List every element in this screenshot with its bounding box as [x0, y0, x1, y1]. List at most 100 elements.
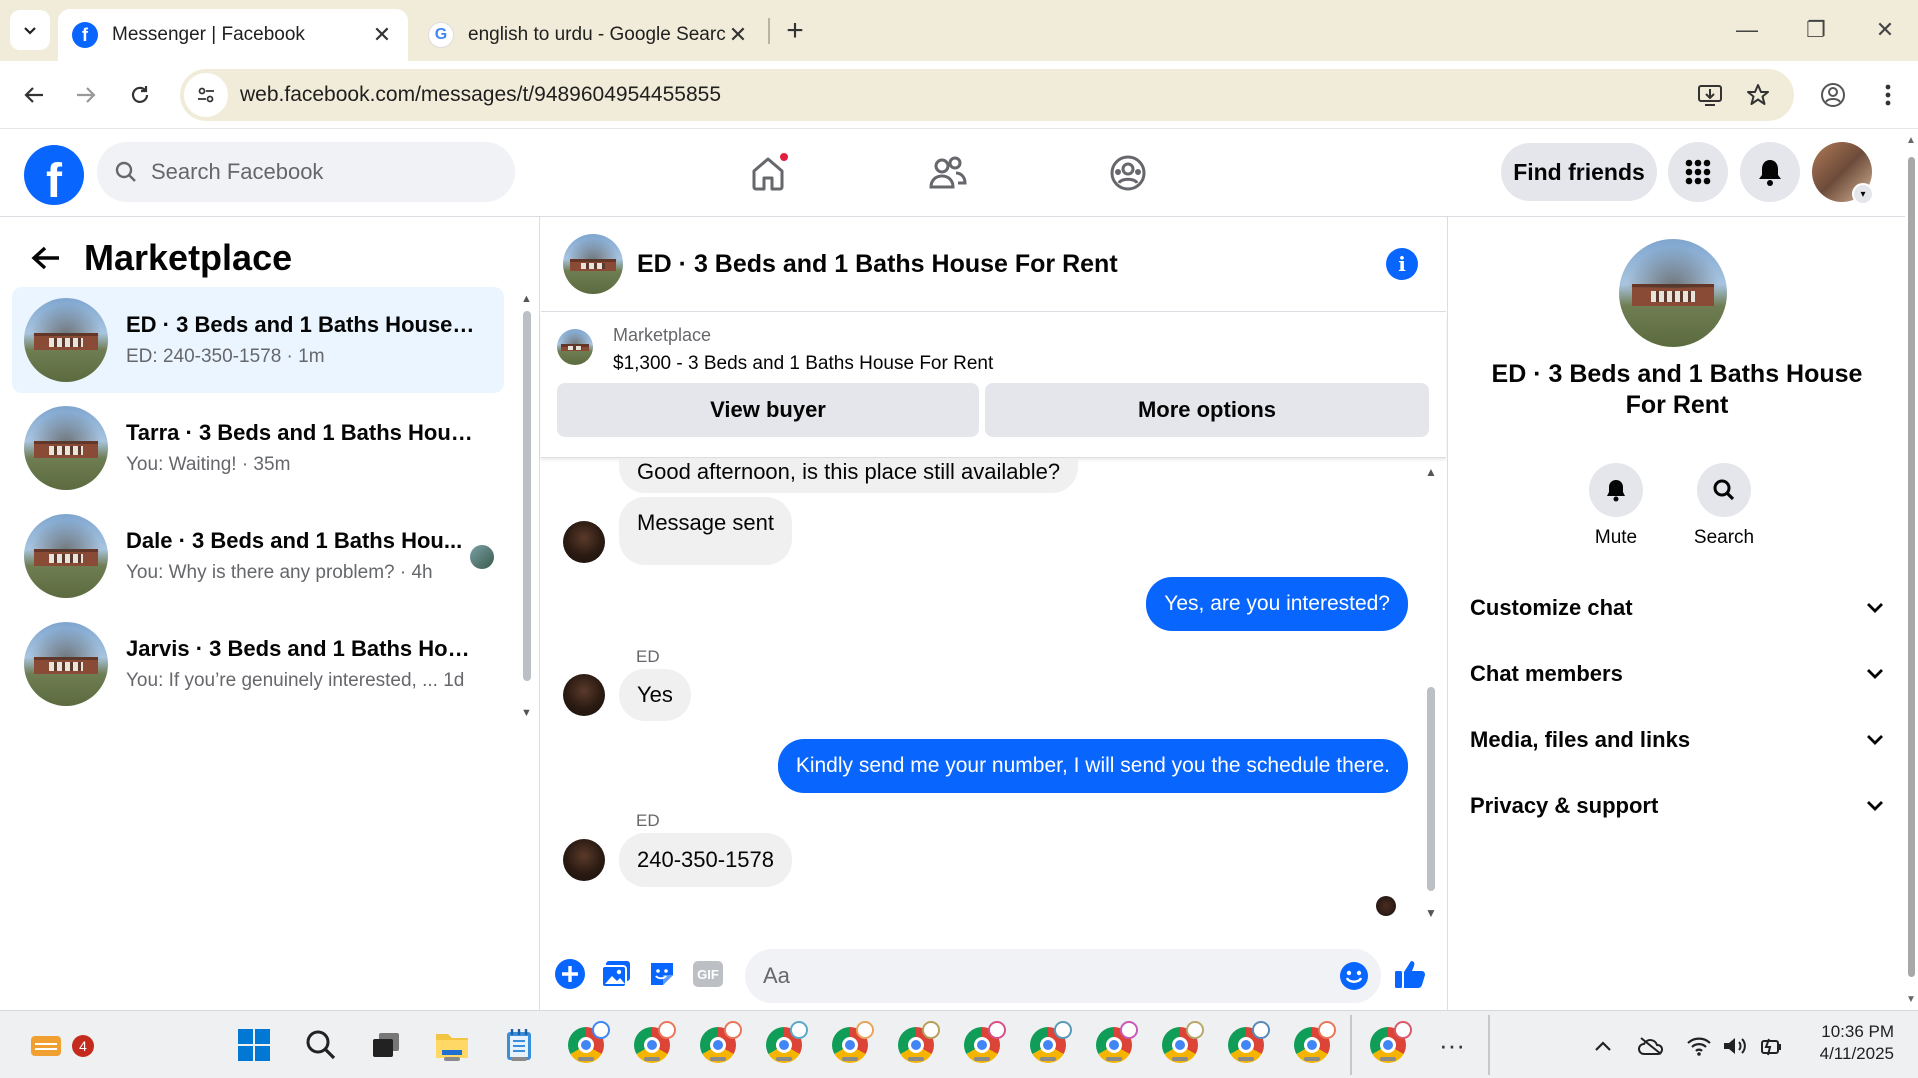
close-tab-icon[interactable]: ✕ — [370, 22, 394, 47]
chat-avatar[interactable] — [563, 234, 623, 294]
home-nav-button[interactable] — [740, 151, 796, 195]
back-arrow-button[interactable] — [26, 238, 66, 278]
grid-menu-icon — [1685, 159, 1711, 185]
chevron-down-icon — [1867, 735, 1883, 745]
more-options-button[interactable]: More options — [985, 383, 1429, 437]
privacy-support-row[interactable]: Privacy & support — [1470, 779, 1884, 833]
sender-avatar[interactable] — [563, 839, 605, 881]
tab-title: english to urdu - Google Search — [468, 24, 726, 45]
search-input[interactable] — [151, 159, 491, 185]
notifications-button[interactable] — [1740, 142, 1800, 202]
task-view-button[interactable] — [366, 1025, 406, 1065]
back-button[interactable] — [14, 75, 54, 115]
conversation-item[interactable]: Dale · 3 Beds and 1 Baths Hou... You: Wh… — [12, 503, 504, 609]
more-apps-icon[interactable]: ··· — [1432, 1025, 1472, 1065]
message-input-box[interactable] — [745, 949, 1381, 1003]
chrome-window-2[interactable] — [632, 1021, 676, 1065]
view-buyer-button[interactable]: View buyer — [557, 383, 979, 437]
forward-button[interactable] — [66, 75, 106, 115]
profile-icon[interactable] — [1813, 75, 1853, 115]
site-info-icon[interactable] — [184, 73, 228, 117]
facebook-search[interactable] — [97, 142, 515, 202]
menu-button[interactable] — [1668, 142, 1728, 202]
find-friends-button[interactable]: Find friends — [1501, 143, 1657, 201]
scrollbar-thumb[interactable] — [1908, 157, 1915, 977]
restore-button[interactable]: ❐ — [1793, 10, 1839, 50]
chrome-window-5[interactable] — [830, 1021, 874, 1065]
groups-nav-button[interactable] — [1100, 151, 1156, 195]
chevron-up-icon[interactable] — [1588, 1031, 1618, 1061]
facebook-logo[interactable]: f — [24, 145, 84, 208]
message-thread: Good afternoon, is this place still avai… — [541, 459, 1446, 924]
chat-scrollbar[interactable]: ▲ ▼ — [1424, 459, 1438, 920]
start-button[interactable] — [234, 1025, 274, 1065]
chrome-window-4[interactable] — [764, 1021, 808, 1065]
photo-icon[interactable] — [599, 957, 633, 991]
browser-menu-icon[interactable] — [1868, 75, 1908, 115]
sender-avatar[interactable] — [563, 521, 605, 563]
info-icon[interactable]: i — [1386, 248, 1418, 280]
gif-icon[interactable]: GIF — [691, 957, 725, 991]
volume-icon[interactable] — [1720, 1031, 1750, 1061]
sender-avatar[interactable] — [563, 674, 605, 716]
tab-separator — [768, 18, 770, 44]
emoji-icon[interactable] — [1339, 961, 1369, 996]
chrome-window-6[interactable] — [896, 1021, 940, 1065]
install-app-icon[interactable] — [1690, 75, 1730, 115]
listing-thumbnail — [24, 406, 108, 490]
chrome-window-9[interactable] — [1094, 1021, 1138, 1065]
conversation-item[interactable]: Jarvis · 3 Beds and 1 Baths Hous... You:… — [12, 611, 504, 717]
new-tab-button[interactable]: + — [778, 14, 812, 48]
conversation-list-scrollbar[interactable]: ▲ ▼ — [521, 293, 533, 719]
chevron-down-icon — [24, 27, 36, 35]
more-actions-icon[interactable] — [553, 957, 587, 991]
tab-messenger[interactable]: f Messenger | Facebook ✕ — [58, 9, 408, 61]
close-window-button[interactable]: ✕ — [1862, 10, 1908, 50]
close-tab-icon[interactable]: ✕ — [726, 22, 750, 47]
address-bar[interactable]: web.facebook.com/messages/t/948960495445… — [180, 69, 1794, 121]
notepad-button[interactable] — [499, 1025, 539, 1065]
chat-title[interactable]: ED · 3 Beds and 1 Baths House For Rent — [637, 250, 1118, 279]
customize-chat-row[interactable]: Customize chat — [1470, 581, 1884, 635]
system-clock[interactable]: 10:36 PM 4/11/2025 — [1820, 1021, 1894, 1065]
weather-widget[interactable]: 4 — [26, 1025, 94, 1065]
wifi-icon[interactable] — [1684, 1031, 1714, 1061]
bookmark-star-icon[interactable] — [1738, 75, 1778, 115]
listing-description[interactable]: $1,300 - 3 Beds and 1 Baths House For Re… — [613, 353, 993, 375]
chevron-down-icon[interactable]: ▾ — [1852, 183, 1874, 205]
media-files-links-row[interactable]: Media, files and links — [1470, 713, 1884, 767]
chrome-window-10[interactable] — [1160, 1021, 1204, 1065]
search-in-conversation-button[interactable]: Search — [1684, 463, 1764, 549]
chrome-window-12[interactable] — [1292, 1021, 1336, 1065]
chrome-window-13[interactable] — [1368, 1021, 1412, 1065]
listing-thumbnail — [24, 514, 108, 598]
battery-icon[interactable] — [1756, 1031, 1786, 1061]
minimize-button[interactable]: — — [1724, 10, 1770, 50]
thumbs-up-icon[interactable] — [1393, 957, 1427, 991]
file-explorer-button[interactable] — [432, 1025, 472, 1065]
mute-button[interactable]: Mute — [1576, 463, 1656, 549]
conversation-item[interactable]: ED · 3 Beds and 1 Baths House F... ED: 2… — [12, 287, 504, 393]
scrollbar-thumb[interactable] — [523, 311, 531, 681]
listing-photo[interactable] — [1619, 239, 1727, 347]
conversation-list-panel: Marketplace ED · 3 Beds and 1 Baths Hous… — [0, 217, 540, 1010]
chrome-window-7[interactable] — [962, 1021, 1006, 1065]
folder-icon — [436, 1034, 468, 1058]
chrome-window-1[interactable] — [566, 1021, 610, 1065]
chrome-window-11[interactable] — [1226, 1021, 1270, 1065]
page-scrollbar[interactable]: ▲ ▼ — [1905, 129, 1918, 1009]
scrollbar-thumb[interactable] — [1427, 687, 1435, 891]
sticker-icon[interactable] — [645, 957, 679, 991]
tab-list-button[interactable] — [10, 10, 50, 50]
friends-nav-button[interactable] — [920, 151, 976, 195]
chrome-window-3[interactable] — [698, 1021, 742, 1065]
running-indicator — [644, 1057, 660, 1061]
taskbar-search-button[interactable] — [301, 1025, 341, 1065]
conversation-item[interactable]: Tarra · 3 Beds and 1 Baths House... You:… — [12, 395, 504, 501]
onedrive-icon[interactable] — [1636, 1031, 1666, 1061]
chat-members-row[interactable]: Chat members — [1470, 647, 1884, 701]
chrome-window-8[interactable] — [1028, 1021, 1072, 1065]
message-input[interactable] — [763, 963, 1303, 989]
tab-google-search[interactable]: G english to urdu - Google Search ✕ — [414, 9, 764, 61]
reload-button[interactable] — [120, 75, 160, 115]
